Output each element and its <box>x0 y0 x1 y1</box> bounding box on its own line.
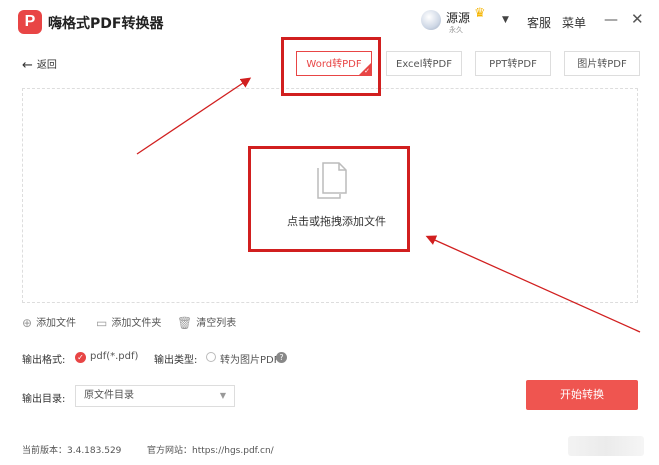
tab-image-to-pdf[interactable]: 图片转PDF <box>564 51 640 76</box>
tab-excel-to-pdf[interactable]: Excel转PDF <box>386 51 462 76</box>
avatar[interactable] <box>421 10 441 30</box>
close-button[interactable]: ✕ <box>631 10 644 28</box>
start-convert-button[interactable]: 开始转换 <box>526 380 638 410</box>
help-icon[interactable]: ? <box>276 352 287 363</box>
version-text: 当前版本：3.4.183.529 <box>22 446 122 456</box>
output-dir-value: 原文件目录 <box>84 390 134 401</box>
output-format-value[interactable]: pdf(*.pdf) <box>90 351 138 362</box>
tab-label: Excel转PDF <box>396 59 452 70</box>
output-dir-label: 输出目录: <box>22 394 66 405</box>
tab-label: PPT转PDF <box>489 59 537 70</box>
format-radio-checked-icon[interactable]: ✓ <box>75 352 86 363</box>
back-label: 返回 <box>36 60 57 71</box>
add-folder-button[interactable]: ▭ 添加文件夹 <box>96 314 161 330</box>
add-folder-label: 添加文件夹 <box>111 318 162 329</box>
tab-ppt-to-pdf[interactable]: PPT转PDF <box>475 51 551 76</box>
plus-circle-icon: ⊕ <box>22 316 33 330</box>
tab-label: 图片转PDF <box>577 59 627 70</box>
folder-icon: ▭ <box>96 316 108 330</box>
user-subtitle: 永久 <box>449 26 463 34</box>
output-type-label: 输出类型: <box>154 355 198 366</box>
app-window: P 嗨格式PDF转换器 源源 永久 ♛ ▼ 客服 菜单 — ✕ ← 返回 Word… <box>0 0 659 465</box>
output-type-value[interactable]: 转为图片PDF <box>220 351 279 366</box>
chevron-down-icon[interactable]: ▼ <box>502 15 509 25</box>
add-file-label: 添加文件 <box>36 318 77 329</box>
type-radio-unchecked[interactable] <box>206 352 216 362</box>
crown-icon: ♛ <box>474 6 486 21</box>
output-format-label: 输出格式: <box>22 355 66 366</box>
watermark <box>568 436 644 456</box>
customer-service-button[interactable]: 客服 <box>527 14 551 31</box>
app-title: 嗨格式PDF转换器 <box>48 16 164 32</box>
back-button[interactable]: ← 返回 <box>22 56 57 73</box>
menu-button[interactable]: 菜单 <box>562 14 586 31</box>
trash-icon: 🗑 <box>177 316 193 330</box>
user-name[interactable]: 源源 <box>446 9 470 26</box>
annotation-box-tab <box>281 37 381 96</box>
add-file-button[interactable]: ⊕ 添加文件 <box>22 314 76 330</box>
chevron-down-icon: ▼ <box>219 391 226 400</box>
app-logo-icon: P <box>18 10 42 34</box>
clear-list-button[interactable]: 🗑 清空列表 <box>177 314 236 330</box>
annotation-box-drop <box>248 146 410 252</box>
minimize-button[interactable]: — <box>604 12 618 28</box>
clear-list-label: 清空列表 <box>196 318 237 329</box>
output-dir-select[interactable]: 原文件目录 ▼ <box>75 385 235 407</box>
back-arrow-icon: ← <box>22 58 33 73</box>
website-link[interactable]: 官方网站：https://hgs.pdf.cn/ <box>147 443 274 456</box>
